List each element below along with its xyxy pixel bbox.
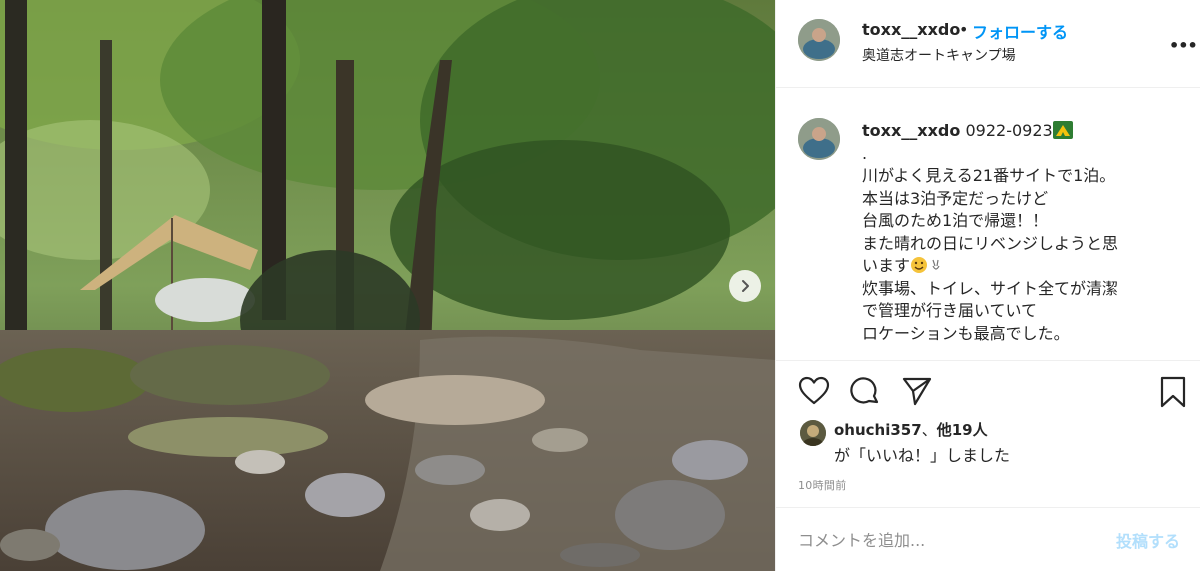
caption-line-emoji: います xyxy=(862,255,1172,278)
camping-emoji-icon xyxy=(1052,121,1073,139)
caption-first-line: 0922-0923 xyxy=(965,121,1053,140)
smile-emoji-icon xyxy=(911,257,928,273)
comment-input[interactable] xyxy=(798,528,1108,552)
bookmark-icon[interactable] xyxy=(1159,376,1187,408)
avatar-image xyxy=(800,420,826,446)
caption-line: . xyxy=(862,143,868,163)
share-icon[interactable] xyxy=(901,376,933,406)
more-horizontal-icon[interactable]: ••• xyxy=(1169,36,1198,55)
liker-username[interactable]: ohuchi357 xyxy=(834,421,922,439)
caption-username[interactable]: toxx__xxdo xyxy=(862,121,960,140)
likes-others-link[interactable]: 他19人 xyxy=(937,421,988,439)
avatar-image xyxy=(798,19,840,61)
caption-line: また晴れの日にリベンジしようと思 xyxy=(862,233,1119,253)
post-photo[interactable] xyxy=(0,0,775,571)
caption-line: 台風のため1泊で帰還！！ xyxy=(862,211,1049,230)
divider xyxy=(776,360,1200,361)
likes-separator: 、 xyxy=(921,421,937,439)
likes-summary: ohuchi357、他19人 xyxy=(834,419,988,440)
post-header: toxx__xxdo • フォローする 奥道志オートキャンプ場 ••• xyxy=(776,0,1200,88)
caption-line: います xyxy=(862,256,911,275)
caption-line: 川がよく見える21番サイトで1泊。 xyxy=(862,166,1116,185)
location-link[interactable]: 奥道志オートキャンプ場 xyxy=(862,45,1016,65)
forest-river-image xyxy=(0,0,775,571)
peace-hand-icon xyxy=(932,259,940,270)
comment-icon[interactable] xyxy=(849,376,881,408)
chevron-right-icon xyxy=(742,280,749,292)
post-timestamp[interactable]: 10時間前 xyxy=(798,477,847,493)
caption-line: で管理が行き届いていて xyxy=(862,301,1038,320)
avatar[interactable] xyxy=(798,19,840,61)
post-comment-button[interactable]: 投稿する xyxy=(1116,528,1180,552)
caption-line: 本当は3泊予定だったけど xyxy=(862,188,1049,208)
caption-line: 炊事場、トイレ、サイト全てが清潔 xyxy=(862,278,1119,298)
likes-suffix: が「いいね！」しました xyxy=(834,446,1011,465)
post-username[interactable]: toxx__xxdo xyxy=(862,20,960,39)
post-caption: toxx__xxdo 0922-0923 . 川がよく見える21番サイトで1泊。… xyxy=(862,120,1172,345)
post-sidebar: toxx__xxdo • フォローする 奥道志オートキャンプ場 ••• toxx… xyxy=(775,0,1200,571)
liker-avatar[interactable] xyxy=(800,420,826,446)
separator-dot: • xyxy=(959,20,969,39)
caption-line: ロケーションも最高でした。 xyxy=(862,323,1070,343)
caption-avatar[interactable] xyxy=(798,118,840,160)
follow-button[interactable]: フォローする xyxy=(972,19,1068,43)
heart-icon[interactable] xyxy=(798,376,830,406)
avatar-image xyxy=(798,118,840,160)
next-photo-button[interactable] xyxy=(729,270,761,302)
comment-bar: 投稿する xyxy=(776,507,1200,571)
